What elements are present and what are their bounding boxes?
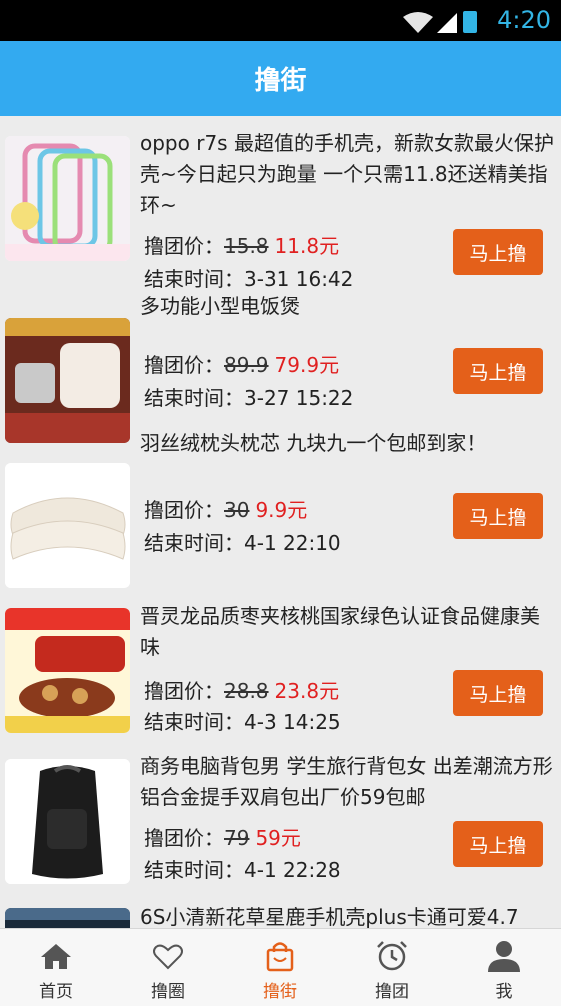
item-title: 晋灵龙品质枣夹核桃国家绿色认证食品健康美味 bbox=[140, 604, 540, 659]
tab-home[interactable]: 首页 bbox=[0, 929, 112, 1006]
buy-now-button[interactable]: 马上撸 bbox=[453, 493, 543, 539]
price-label: 撸团价： bbox=[144, 826, 224, 850]
end-time-value: 4-1 22:28 bbox=[244, 858, 341, 882]
item-price: 撸团价：15.8 11.8元 bbox=[144, 230, 339, 259]
list-item[interactable]: 商务电脑背包男 学生旅行背包女 出差潮流方形铝合金提手双肩包出厂价59包邮 撸团… bbox=[0, 751, 561, 896]
group-price: 79.9元 bbox=[274, 353, 340, 377]
original-price: 28.8 bbox=[224, 679, 269, 703]
alarm-clock-icon bbox=[377, 941, 407, 971]
product-list[interactable]: oppo r7s 最超值的手机壳，新款女款最火保护壳~今日起只为跑量 一个只需1… bbox=[0, 116, 561, 928]
end-time-label: 结束时间： bbox=[144, 858, 244, 882]
buy-now-button[interactable]: 马上撸 bbox=[453, 348, 543, 394]
tab-label: 首页 bbox=[39, 982, 73, 1002]
group-price: 9.9元 bbox=[255, 498, 308, 522]
original-price: 79 bbox=[224, 826, 250, 850]
product-image[interactable] bbox=[5, 608, 130, 733]
item-end-time: 结束时间：4-1 22:10 bbox=[144, 527, 341, 556]
end-time-value: 4-3 14:25 bbox=[244, 710, 341, 734]
product-image[interactable] bbox=[5, 908, 130, 928]
end-time-label: 结束时间： bbox=[144, 710, 244, 734]
item-price: 撸团价：79 59元 bbox=[144, 822, 301, 851]
product-image[interactable] bbox=[5, 759, 130, 884]
buy-now-button[interactable]: 马上撸 bbox=[453, 229, 543, 275]
end-time-label: 结束时间： bbox=[144, 531, 244, 555]
item-price: 撸团价：30 9.9元 bbox=[144, 494, 307, 523]
group-price: 59元 bbox=[255, 826, 301, 850]
end-time-label: 结束时间： bbox=[144, 386, 244, 410]
item-end-time: 结束时间：3-27 15:22 bbox=[144, 382, 353, 411]
bottom-tab-bar: 首页 撸圈 撸街 撸团 我 bbox=[0, 928, 561, 1006]
status-bar: 4:20 bbox=[0, 0, 561, 41]
list-item[interactable]: 多功能小型电饭煲 撸团价：89.9 79.9元 结束时间：3-27 15:22 马… bbox=[0, 294, 561, 443]
product-image[interactable] bbox=[5, 463, 130, 588]
price-label: 撸团价： bbox=[144, 498, 224, 522]
person-icon bbox=[488, 941, 520, 972]
item-price: 撸团价：28.8 23.8元 bbox=[144, 675, 339, 704]
price-label: 撸团价： bbox=[144, 353, 224, 377]
original-price: 89.9 bbox=[224, 353, 269, 377]
home-icon bbox=[41, 944, 71, 969]
tab-label: 我 bbox=[495, 982, 513, 1002]
group-price: 11.8元 bbox=[274, 234, 340, 258]
tab-group[interactable]: 撸团 bbox=[336, 929, 448, 1006]
status-icons bbox=[401, 9, 481, 39]
page-title: 撸街 bbox=[254, 66, 307, 96]
end-time-value: 4-1 22:10 bbox=[244, 531, 341, 555]
app-bar: 撸街 bbox=[0, 41, 561, 116]
heart-icon bbox=[153, 944, 183, 970]
price-label: 撸团价： bbox=[144, 234, 224, 258]
item-end-time: 结束时间：4-3 14:25 bbox=[144, 706, 341, 735]
tab-circle[interactable]: 撸圈 bbox=[112, 929, 224, 1006]
original-price: 30 bbox=[224, 498, 250, 522]
tab-label: 撸街 bbox=[263, 982, 297, 1002]
end-time-value: 3-31 16:42 bbox=[244, 267, 354, 291]
item-end-time: 结束时间：3-31 16:42 bbox=[144, 263, 353, 292]
list-item[interactable]: 羽丝绒枕头枕芯 九块九一个包邮到家！ 撸团价：30 9.9元 结束时间：4-1 2… bbox=[0, 431, 561, 588]
item-title: 商务电脑背包男 学生旅行背包女 出差潮流方形铝合金提手双肩包出厂价59包邮 bbox=[140, 754, 553, 809]
original-price: 15.8 bbox=[224, 234, 269, 258]
item-title: oppo r7s 最超值的手机壳，新款女款最火保护壳~今日起只为跑量 一个只需1… bbox=[140, 131, 554, 217]
group-price: 23.8元 bbox=[274, 679, 340, 703]
item-price: 撸团价：89.9 79.9元 bbox=[144, 349, 339, 378]
tab-me[interactable]: 我 bbox=[448, 929, 560, 1006]
buy-now-button[interactable]: 马上撸 bbox=[453, 821, 543, 867]
list-item[interactable]: oppo r7s 最超值的手机壳，新款女款最火保护壳~今日起只为跑量 一个只需1… bbox=[0, 116, 561, 296]
buy-now-button[interactable]: 马上撸 bbox=[453, 670, 543, 716]
item-end-time: 结束时间：4-1 22:28 bbox=[144, 854, 341, 883]
item-title: 6S小清新花草星鹿手机壳plus卡通可爱4.7 bbox=[140, 905, 519, 928]
product-image[interactable] bbox=[5, 318, 130, 443]
product-image[interactable] bbox=[5, 136, 130, 261]
status-time: 4:20 bbox=[497, 6, 551, 34]
price-label: 撸团价： bbox=[144, 679, 224, 703]
end-time-label: 结束时间： bbox=[144, 267, 244, 291]
shopping-bag-icon bbox=[266, 942, 294, 972]
end-time-value: 3-27 15:22 bbox=[244, 386, 354, 410]
item-title: 羽丝绒枕头枕芯 九块九一个包邮到家！ bbox=[140, 431, 487, 455]
tab-street[interactable]: 撸街 bbox=[224, 929, 336, 1006]
list-item[interactable]: 6S小清新花草星鹿手机壳plus卡通可爱4.7 bbox=[0, 896, 561, 928]
item-title: 多功能小型电饭煲 bbox=[140, 294, 300, 318]
signal-icon bbox=[403, 11, 477, 33]
tab-label: 撸团 bbox=[375, 982, 409, 1002]
tab-label: 撸圈 bbox=[151, 982, 185, 1002]
